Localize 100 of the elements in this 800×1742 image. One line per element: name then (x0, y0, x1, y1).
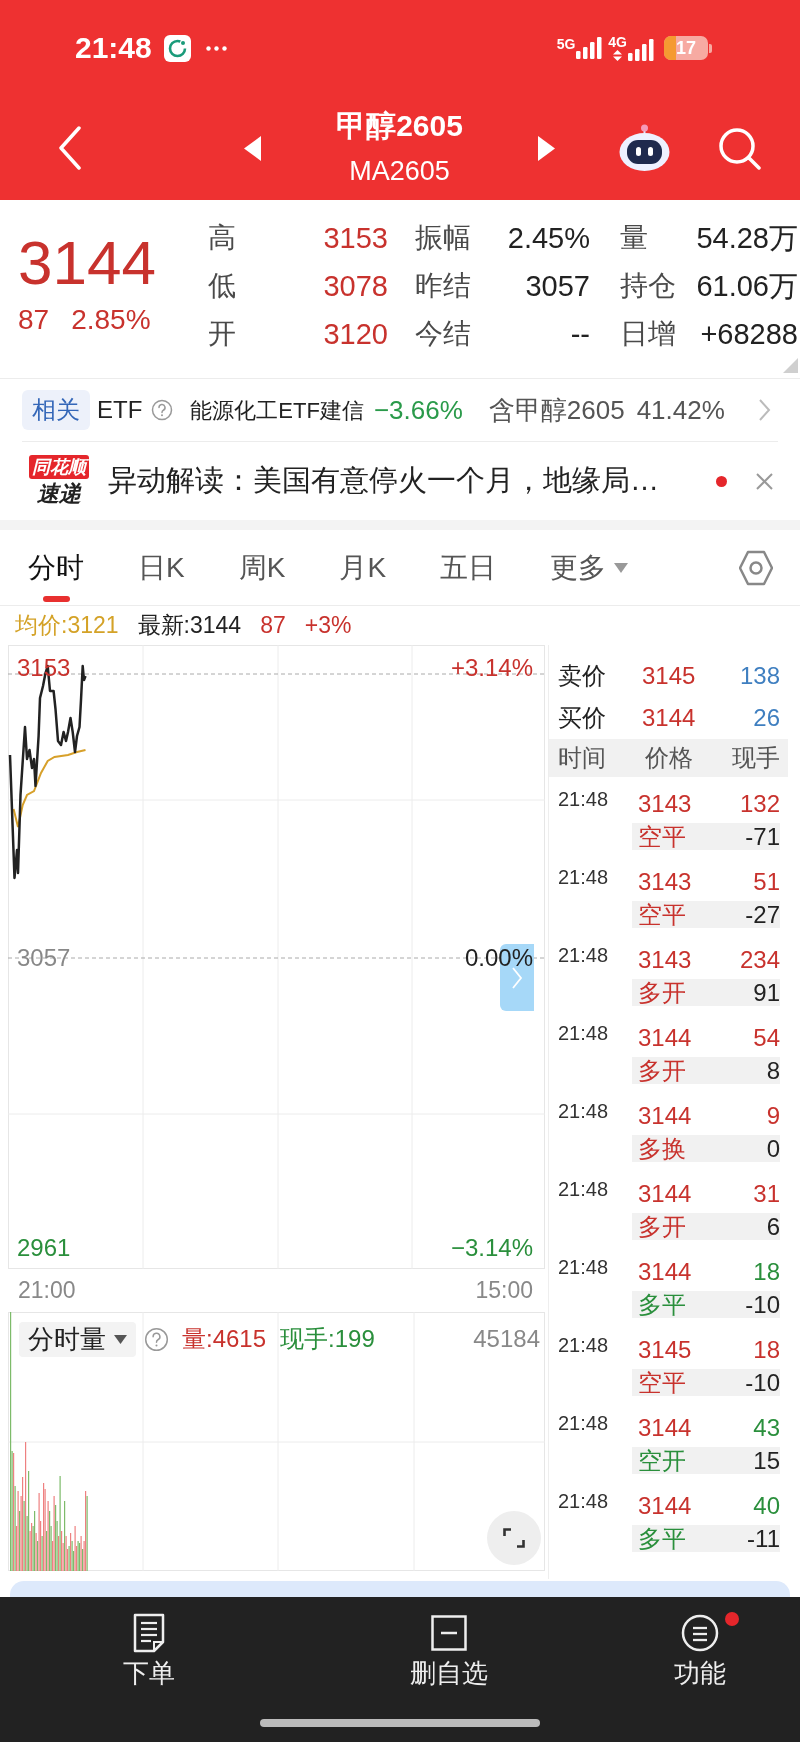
volume-axis-max: 45184 (473, 1324, 540, 1354)
chart-tab[interactable]: 周K (238, 530, 286, 605)
position-change: -11 (747, 1525, 780, 1552)
chart-tab[interactable]: 分时 (28, 530, 84, 605)
position-change: -10 (745, 1369, 780, 1396)
stat-label: 振幅 (415, 221, 471, 255)
position-change: -27 (745, 901, 780, 928)
volume-reading: 量:4615 (182, 1324, 267, 1354)
trade-time: 21:48 (558, 1489, 610, 1514)
caret-down-icon (614, 563, 629, 573)
trade-price: 3144 (638, 1180, 692, 1208)
network-label: 5G (556, 37, 576, 51)
back-icon[interactable] (58, 126, 82, 170)
help-icon[interactable] (151, 399, 174, 421)
indicator-dropdown[interactable]: 分时量 (19, 1321, 136, 1357)
status-time: 21:48 (75, 33, 152, 63)
close-icon[interactable] (756, 472, 773, 490)
trade-price: 3145 (638, 1336, 692, 1364)
trade-price: 3144 (638, 1492, 692, 1520)
trade-type: 空开 (638, 1447, 686, 1474)
chart-tab[interactable]: 月K (339, 530, 387, 605)
trade-volume: 40 (753, 1492, 780, 1520)
holding-label: 含甲醇2605 (488, 393, 625, 427)
trade-time: 21:48 (558, 1411, 610, 1436)
column-header: 现手 (732, 743, 780, 773)
nav-button[interactable]: 下单 (109, 1611, 189, 1689)
trade-volume: 54 (753, 1024, 780, 1052)
trade-price: 3143 (638, 790, 692, 818)
stat-label: 低 (208, 269, 236, 303)
expand-icon (503, 1528, 525, 1548)
stat-label: 昨结 (415, 269, 471, 303)
ring-app-icon (163, 34, 191, 62)
chart-tab[interactable]: 更多 (550, 530, 629, 605)
chart-tab[interactable]: 五日 (440, 530, 497, 605)
trade-volume: 31 (753, 1180, 780, 1208)
stat-value: -- (570, 317, 590, 351)
nav-button[interactable]: 功能 (660, 1611, 740, 1689)
price-axis-label: 2961 (17, 1235, 71, 1261)
trade-volume: 18 (753, 1336, 780, 1364)
trade-volume: 18 (753, 1258, 780, 1286)
trade-time: 21:48 (558, 1255, 610, 1280)
stat-label: 日增 (620, 317, 676, 351)
position-change: -71 (745, 823, 780, 850)
trade-volume: 132 (739, 790, 780, 818)
trade-volume: 234 (739, 946, 780, 974)
trade-type: 多换 (638, 1135, 686, 1162)
settings-icon[interactable] (739, 550, 773, 586)
price-change: 87 (18, 305, 50, 335)
book-quantity: 138 (739, 661, 780, 691)
nav-button[interactable]: 删自选 (396, 1611, 502, 1689)
price-axis-label: 3153 (17, 655, 71, 681)
fund-name: 能源化工ETF建信 (190, 396, 364, 425)
position-change: 91 (753, 979, 780, 1006)
column-header: 价格 (645, 743, 694, 773)
battery-indicator: 17 (664, 36, 712, 60)
etf-label: ETF (97, 395, 143, 425)
trade-type: 空平 (638, 1369, 686, 1396)
book-price: 3145 (642, 661, 697, 691)
price-change-percent: 2.85% (71, 305, 151, 335)
stat-value: +68288 (700, 317, 798, 351)
stat-value: 54.28万 (696, 221, 798, 255)
chart-tab[interactable]: 日K (138, 530, 185, 605)
trade-time: 21:48 (558, 1177, 610, 1202)
trade-type: 空平 (638, 901, 686, 928)
book-price: 3144 (642, 703, 697, 733)
latest-price: 最新:3144 (137, 611, 242, 641)
trade-price: 3144 (638, 1024, 692, 1052)
related-badge: 相关 (22, 390, 90, 430)
triangle-right-icon[interactable] (538, 135, 555, 161)
help-icon[interactable] (144, 1326, 169, 1352)
time-axis-label: 21:00 (18, 1276, 76, 1306)
search-icon[interactable] (718, 126, 761, 170)
trade-type: 多平 (638, 1291, 686, 1318)
trade-price: 3143 (638, 868, 692, 896)
position-change: 8 (766, 1057, 780, 1084)
robot-icon[interactable] (618, 124, 671, 172)
price-axis-label: 3057 (17, 945, 71, 971)
trade-price: 3144 (638, 1258, 692, 1286)
stat-value: 3120 (323, 317, 388, 351)
holding-weight: 41.42% (636, 393, 725, 427)
last-price: 3144 (18, 232, 156, 294)
triangle-left-icon[interactable] (244, 135, 261, 161)
trade-time: 21:48 (558, 865, 610, 890)
fund-change: −3.66% (373, 393, 463, 427)
percent-axis-label: +3.14% (450, 655, 533, 681)
trade-volume: 43 (753, 1414, 780, 1442)
trade-volume: 51 (753, 868, 780, 896)
chevron-right-icon (511, 965, 523, 990)
stat-label: 持仓 (620, 269, 676, 303)
trade-type: 多开 (638, 1057, 686, 1084)
document-icon (131, 1613, 167, 1653)
book-label: 买价 (558, 703, 607, 733)
trade-price: 3143 (638, 946, 692, 974)
trade-type: 多开 (638, 979, 686, 1006)
stat-label: 高 (208, 221, 236, 255)
logo-caption: 速递 (36, 481, 81, 507)
trade-time: 21:48 (558, 1021, 610, 1046)
news-headline[interactable]: 异动解读：美国有意停火一个月，地缘局… (108, 459, 659, 503)
fullscreen-button[interactable] (487, 1511, 541, 1565)
latest-change: 87 (260, 611, 286, 641)
